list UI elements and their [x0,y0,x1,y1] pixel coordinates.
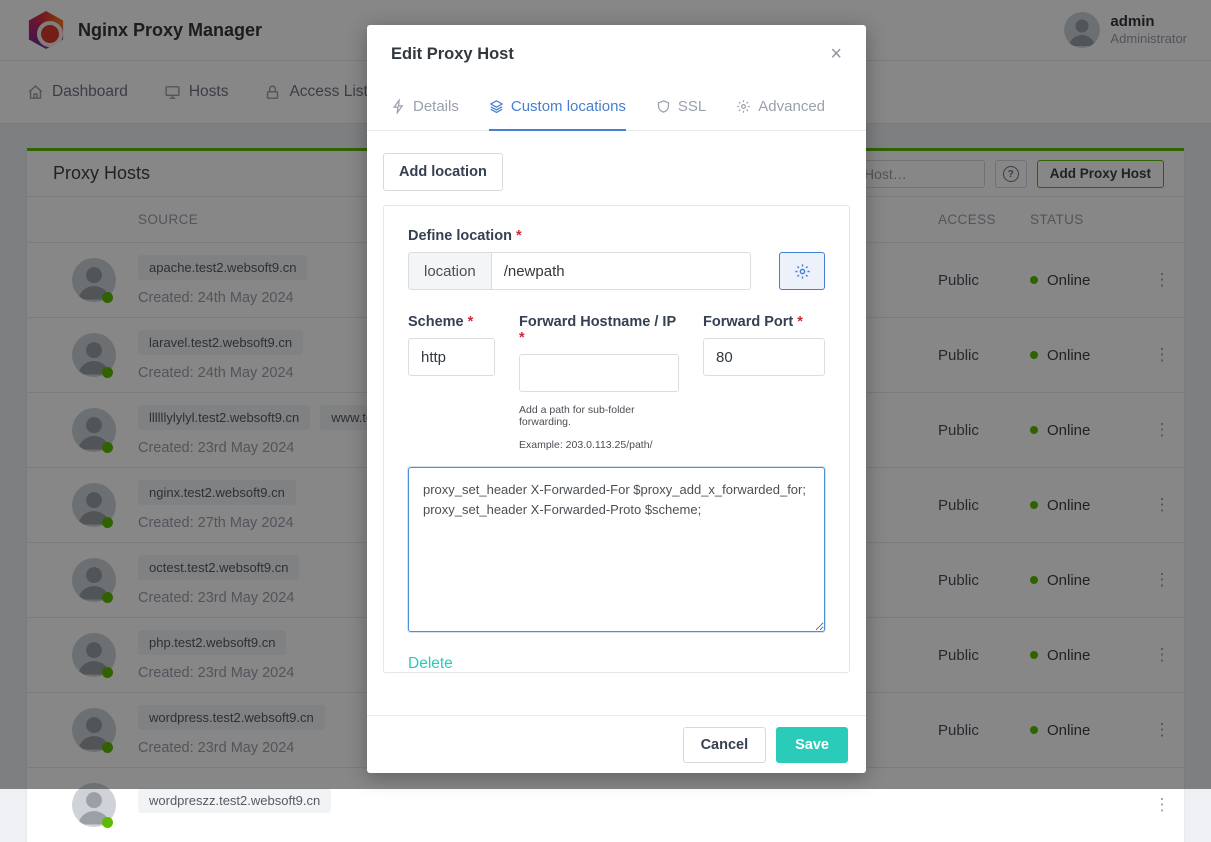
edit-proxy-host-modal: Edit Proxy Host × Details Custom locatio… [367,25,866,773]
tab-label: Details [413,98,459,115]
tab-ssl[interactable]: SSL [656,83,706,131]
forward-port-input[interactable] [703,338,825,376]
delete-location-link[interactable]: Delete [408,655,453,673]
gear-icon [794,263,811,280]
tab-custom-locations[interactable]: Custom locations [489,83,626,131]
location-path-input[interactable] [491,252,751,290]
required-asterisk: * [516,228,522,244]
modal-title: Edit Proxy Host [391,45,514,64]
location-prefix: location [408,252,491,290]
scheme-select[interactable] [408,338,495,376]
gear-icon [736,99,751,114]
scheme-label: Scheme * [408,314,495,330]
subfolder-hint: Add a path for sub-folder forwarding. [519,404,679,428]
tab-label: SSL [678,98,706,115]
advanced-config-textarea[interactable]: proxy_set_header X-Forwarded-For $proxy_… [408,467,825,632]
example-hint: Example: 203.0.113.25/path/ [519,439,679,451]
close-icon[interactable]: × [830,44,842,64]
tab-label: Advanced [758,98,825,115]
tab-label: Custom locations [511,98,626,115]
location-settings-button[interactable] [779,252,825,290]
tab-advanced[interactable]: Advanced [736,83,825,131]
source-badge: wordpreszz.test2.websoft9.cn [138,788,331,813]
zap-icon [391,99,406,114]
modal-footer: Cancel Save [367,715,866,773]
cancel-button[interactable]: Cancel [683,727,767,763]
add-location-button[interactable]: Add location [383,153,503,191]
layers-icon [489,99,504,114]
location-card: Define location * location Scheme * [383,205,850,673]
save-button[interactable]: Save [776,727,848,763]
source-badges: wordpreszz.test2.websoft9.cn [138,788,870,813]
forward-hostname-input[interactable] [519,354,679,392]
define-location-label: Define location * [408,228,825,244]
forward-port-label: Forward Port * [703,314,825,330]
forward-hostname-label: Forward Hostname / IP * [519,314,679,346]
avatar-status-dot [102,817,113,828]
modal-tabs: Details Custom locations SSL Advanced [367,83,866,131]
shield-icon [656,99,671,114]
tab-details[interactable]: Details [391,83,459,131]
